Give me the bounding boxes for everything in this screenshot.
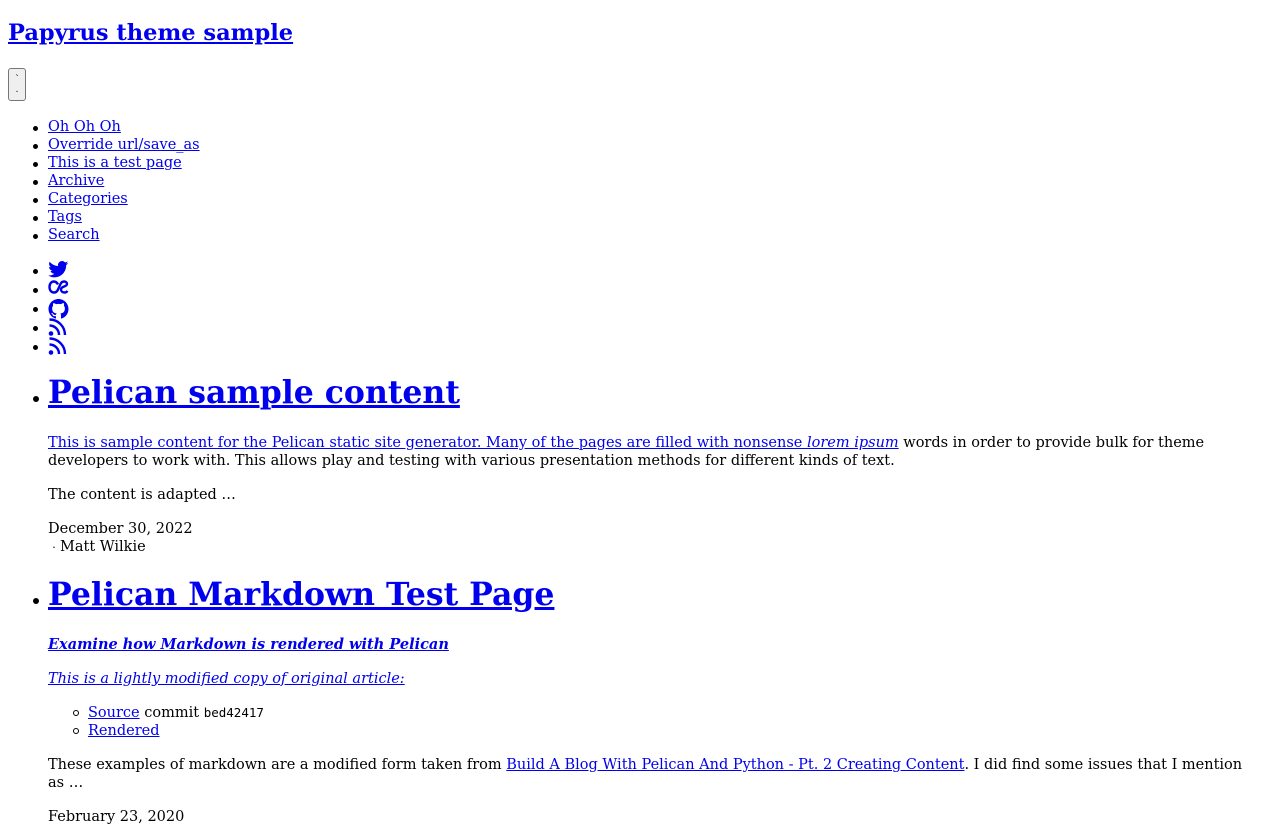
- article-summary: This is sample content for the Pelican s…: [48, 434, 1258, 470]
- nav-link[interactable]: Oh Oh Oh: [48, 119, 121, 135]
- nav-link[interactable]: Search: [48, 227, 100, 243]
- menu-toggle-glyph-top: `: [15, 73, 19, 85]
- article-title-link[interactable]: Pelican sample content: [48, 374, 460, 411]
- article-intro-link[interactable]: This is a lightly modified copy of origi…: [48, 671, 405, 687]
- nav-item-override-url: Override url/save_as: [33, 136, 200, 154]
- nav-item-oh-oh-oh: Oh Oh Oh: [33, 118, 200, 136]
- rss-icon: [48, 318, 67, 336]
- list-item: Rendered: [73, 722, 1280, 740]
- article-title: Pelican sample content: [48, 374, 1258, 412]
- author-separator: ·: [52, 541, 56, 554]
- twitter-link[interactable]: [48, 261, 70, 278]
- site-title: Papyrus theme sample: [8, 18, 293, 48]
- rendered-link[interactable]: Rendered: [88, 723, 160, 739]
- social-item-rss-2: [33, 337, 70, 356]
- github-icon: [48, 299, 69, 319]
- article-author: Matt Wilkie: [60, 539, 146, 555]
- commit-hash: bed42417: [203, 705, 264, 720]
- rss-icon: [48, 337, 67, 355]
- article-subtitle-link[interactable]: Examine how Markdown is rendered with Pe…: [48, 636, 449, 653]
- social-item-twitter: [33, 261, 70, 280]
- summary-link-emphasis: lorem ipsum: [806, 435, 899, 451]
- article-subtitle-text: Examine how Markdown is rendered with Pe…: [48, 636, 449, 653]
- article-link-list: Source commit bed42417 Rendered: [73, 704, 1280, 740]
- summary-link-text: This is sample content for the Pelican s…: [48, 435, 807, 451]
- rss-link[interactable]: [48, 337, 70, 355]
- social-links: [33, 261, 70, 356]
- twitter-icon: [48, 261, 69, 278]
- article-title: Pelican Markdown Test Page: [48, 576, 1258, 614]
- nav-link[interactable]: Tags: [48, 209, 82, 225]
- article-summary-link[interactable]: This is sample content for the Pelican s…: [48, 435, 899, 451]
- article-card: Pelican sample content This is sample co…: [33, 374, 1258, 556]
- github-link[interactable]: [48, 299, 70, 319]
- nav-link[interactable]: Archive: [48, 173, 104, 189]
- social-item-lastfm: [33, 280, 70, 299]
- social-item-github: [33, 299, 70, 319]
- list-bullet: [33, 598, 39, 604]
- article-date: February 23, 2020: [48, 809, 185, 825]
- list-item: Source commit bed42417: [73, 704, 1280, 722]
- rss-link[interactable]: [48, 318, 70, 336]
- nav-link[interactable]: Override url/save_as: [48, 137, 200, 153]
- main-nav: Oh Oh Oh Override url/save_as This is a …: [33, 118, 200, 244]
- article-intro-text: This is a lightly modified copy of origi…: [48, 671, 405, 687]
- article-date: December 30, 2022: [48, 521, 193, 537]
- nav-item-categories: Categories: [33, 190, 200, 208]
- menu-toggle-glyph-bottom: .: [15, 83, 19, 95]
- nav-item-test-page: This is a test page: [33, 154, 200, 172]
- menu-toggle-button[interactable]: ` .: [8, 68, 26, 101]
- social-item-rss: [33, 318, 70, 337]
- nav-link[interactable]: This is a test page: [48, 155, 182, 171]
- lastfm-icon: [48, 280, 69, 294]
- body-before-text: These examples of markdown are a modifie…: [48, 757, 507, 773]
- article-title-link[interactable]: Pelican Markdown Test Page: [48, 576, 554, 613]
- article-subtitle: Examine how Markdown is rendered with Pe…: [48, 636, 1258, 654]
- list-bullet: [33, 396, 39, 402]
- nav-item-archive: Archive: [33, 172, 200, 190]
- article-body: These examples of markdown are a modifie…: [48, 756, 1258, 792]
- body-link[interactable]: Build A Blog With Pelican And Python - P…: [506, 757, 964, 773]
- lastfm-link[interactable]: [48, 280, 70, 294]
- article-author-line: · Matt Wilkie: [48, 538, 1258, 556]
- article-summary-more: The content is adapted …: [48, 487, 236, 503]
- source-link[interactable]: Source: [88, 705, 140, 721]
- article-card: Pelican Markdown Test Page Examine how M…: [33, 576, 1258, 826]
- nav-item-search: Search: [33, 226, 200, 244]
- nav-item-tags: Tags: [33, 208, 200, 226]
- site-title-link[interactable]: Papyrus theme sample: [8, 20, 293, 46]
- commit-label: commit: [139, 705, 204, 721]
- nav-link[interactable]: Categories: [48, 191, 128, 207]
- article-intro: This is a lightly modified copy of origi…: [48, 670, 1258, 688]
